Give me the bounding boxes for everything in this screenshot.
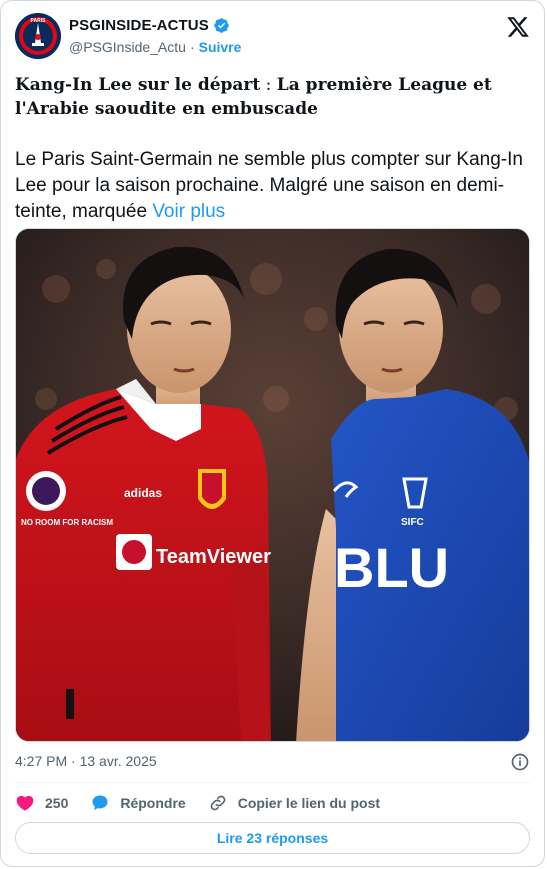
reply-bubble-icon <box>92 795 108 811</box>
verified-badge-icon <box>214 18 229 33</box>
meta-separator: · <box>71 753 76 769</box>
info-icon[interactable] <box>510 752 530 772</box>
tweet-date[interactable]: 13 avr. 2025 <box>80 753 157 769</box>
headline: Kang-In Lee sur le départ : La première … <box>15 73 515 121</box>
right-sponsor-text: BLU <box>334 536 449 599</box>
headline-separator: : <box>260 75 277 95</box>
tweet-header: PARIS PSGINSIDE-ACTUS @PSGInside_Actu · … <box>15 13 530 61</box>
tweet-media[interactable]: NO ROOM FOR RACISM adidas TeamViewer SIF… <box>15 228 530 742</box>
like-count: 250 <box>45 795 69 811</box>
voir-plus-link[interactable]: Voir plus <box>152 201 225 222</box>
follow-button[interactable]: Suivre <box>199 39 242 55</box>
left-sponsor-text: TeamViewer <box>156 546 271 568</box>
reply-label: Répondre <box>120 795 186 811</box>
x-logo-icon[interactable] <box>506 15 530 39</box>
tweet-card: PARIS PSGINSIDE-ACTUS @PSGInside_Actu · … <box>0 0 545 867</box>
copy-link-label: Copier le lien du post <box>237 795 381 811</box>
name-row: PSGINSIDE-ACTUS <box>69 17 230 34</box>
left-brand-text: adidas <box>124 486 162 500</box>
tweet-body: Le Paris Saint-Germain ne semble plus co… <box>15 147 530 225</box>
heart-icon <box>16 795 34 811</box>
reply-button[interactable]: Répondre <box>90 793 186 813</box>
avatar[interactable]: PARIS <box>15 13 61 59</box>
headline-part1: Kang-In Lee sur le départ <box>15 75 261 95</box>
display-name[interactable]: PSGINSIDE-ACTUS <box>69 17 209 34</box>
read-replies-button[interactable]: Lire 23 réponses <box>15 822 530 854</box>
like-button[interactable]: 250 <box>15 793 68 813</box>
psg-crest-icon: PARIS <box>15 13 61 59</box>
tweet-time[interactable]: 4:27 PM <box>15 753 67 769</box>
tweet-text: Le Paris Saint-Germain ne semble plus co… <box>15 149 523 222</box>
avatar-text: PARIS <box>31 18 47 24</box>
tweet-meta: 4:27 PM · 13 avr. 2025 <box>15 753 157 769</box>
handle-separator: · <box>189 39 195 55</box>
link-icon <box>210 795 226 811</box>
handle-row: @PSGInside_Actu · Suivre <box>69 39 241 55</box>
copy-link-button[interactable]: Copier le lien du post <box>208 793 380 813</box>
divider <box>15 782 530 783</box>
players-photo: NO ROOM FOR RACISM adidas TeamViewer SIF… <box>16 229 529 741</box>
right-badge-text: SIFC <box>401 517 424 528</box>
tweet-actions: 250 Répondre Copier le lien du post <box>15 793 402 813</box>
left-sleeve-text: NO ROOM FOR RACISM <box>21 518 113 527</box>
handle[interactable]: @PSGInside_Actu <box>69 39 186 55</box>
